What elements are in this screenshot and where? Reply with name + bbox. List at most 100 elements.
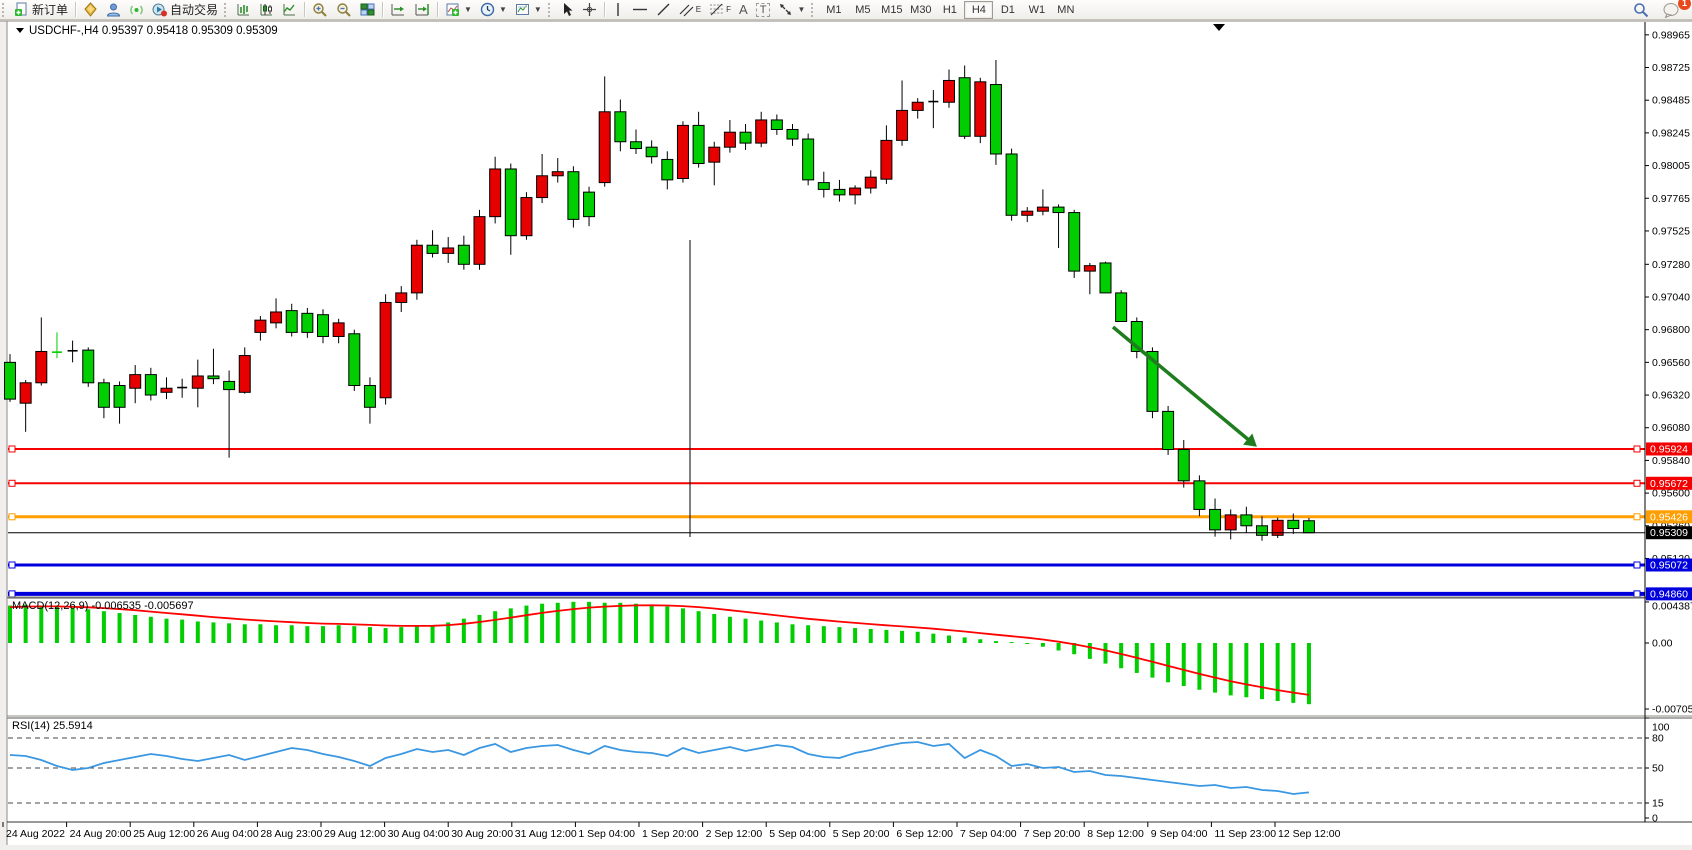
- signals-button[interactable]: [125, 1, 148, 19]
- toolbar-grip[interactable]: [548, 3, 552, 17]
- hline-anchor[interactable]: [9, 480, 15, 486]
- toolbar-grip[interactable]: [224, 3, 228, 17]
- time-axis-label: 9 Sep 04:00: [1151, 828, 1208, 840]
- search-button[interactable]: [1629, 1, 1653, 19]
- macd-label: MACD(12,26,9) -0.006535 -0.005697: [12, 600, 194, 612]
- price-axis-label: 0.97765: [1652, 193, 1690, 205]
- vertical-line-tool-button[interactable]: [608, 1, 628, 19]
- macd-bar: [947, 636, 951, 643]
- toolbar-separator: [382, 2, 383, 17]
- timeframe-MN[interactable]: MN: [1051, 1, 1080, 19]
- community-button[interactable]: [102, 1, 125, 19]
- hline-anchor[interactable]: [1634, 591, 1640, 597]
- hline-anchor[interactable]: [9, 514, 15, 520]
- svg-text:0.95072: 0.95072: [1650, 560, 1688, 572]
- candle-body: [255, 320, 266, 332]
- candle-body: [1053, 207, 1064, 212]
- zoom-out-button[interactable]: [332, 1, 356, 19]
- macd-bar: [1197, 643, 1201, 690]
- bar-chart-button[interactable]: [232, 1, 255, 19]
- candle-body: [756, 120, 767, 143]
- macd-bar: [1166, 643, 1170, 682]
- macd-bar: [71, 608, 75, 643]
- macd-bar: [509, 608, 513, 643]
- rsi-label: RSI(14) 25.5914: [12, 720, 93, 732]
- zoom-in-button[interactable]: [308, 1, 332, 19]
- time-axis-label: 1 Sep 04:00: [578, 828, 635, 840]
- toolbar-grip[interactable]: [811, 3, 815, 17]
- axis-price-tag: 0.95309: [1646, 526, 1692, 539]
- hline-anchor[interactable]: [9, 562, 15, 568]
- macd-bar: [118, 613, 122, 643]
- market-watch-button[interactable]: [79, 1, 102, 19]
- time-axis-label: 2 Sep 12:00: [706, 828, 763, 840]
- macd-bar: [493, 611, 497, 643]
- indicators-button[interactable]: ▼: [441, 1, 476, 19]
- hline-anchor[interactable]: [9, 446, 15, 452]
- new-order-button[interactable]: 新订单: [10, 1, 72, 19]
- timeframe-H4[interactable]: H4: [964, 1, 993, 19]
- axis-price-tag: 0.94860: [1646, 587, 1692, 600]
- time-axis-label: 30 Aug 20:00: [451, 828, 513, 840]
- fibonacci-tool-button[interactable]: F: [705, 1, 735, 19]
- chart-window[interactable]: 0.989650.987250.984850.982450.980050.977…: [0, 20, 1692, 845]
- candle-body: [161, 388, 172, 392]
- text-tool-button[interactable]: A: [735, 1, 752, 19]
- price-axis-label: 0.96800: [1652, 324, 1690, 336]
- candle-body: [1069, 213, 1080, 272]
- axis-price-tag: 0.95426: [1646, 510, 1692, 523]
- price-axis-label: 0.97525: [1652, 225, 1690, 237]
- horizontal-line-icon: [632, 2, 648, 17]
- periods-caret: ▼: [499, 5, 507, 14]
- toolbar-separator: [304, 2, 305, 17]
- macd-bar: [384, 628, 388, 643]
- hline-anchor[interactable]: [1634, 514, 1640, 520]
- candle-body: [990, 85, 1001, 154]
- candlestick-chart-button[interactable]: [255, 1, 278, 19]
- toolbar-grip[interactable]: [2, 3, 6, 17]
- hline-anchor[interactable]: [1634, 480, 1640, 486]
- candle-body: [302, 313, 313, 332]
- price-axis-label: 0.96320: [1652, 390, 1690, 402]
- auto-scroll-button[interactable]: [386, 1, 410, 19]
- macd-bar: [478, 615, 482, 643]
- timeframe-M15[interactable]: M15: [877, 1, 906, 19]
- cursor-tool-button[interactable]: [556, 1, 578, 19]
- toolbar-separator: [75, 2, 76, 17]
- candle-body: [818, 183, 829, 190]
- line-chart-button[interactable]: [278, 1, 301, 19]
- horizontal-line-tool-button[interactable]: [628, 1, 652, 19]
- chart-shift-button[interactable]: [410, 1, 434, 19]
- auto-trading-button[interactable]: 自动交易: [148, 1, 222, 19]
- candle-body: [1303, 521, 1314, 533]
- crosshair-tool-button[interactable]: [578, 1, 601, 19]
- hline-anchor[interactable]: [9, 591, 15, 597]
- chat-button[interactable]: 1: [1659, 1, 1684, 19]
- candle-body: [1241, 515, 1252, 526]
- periods-button[interactable]: ▼: [476, 1, 511, 19]
- equidistant-channel-tool-button[interactable]: E: [675, 1, 705, 19]
- chart-canvas[interactable]: 0.989650.987250.984850.982450.980050.977…: [0, 20, 1692, 845]
- trendline-tool-button[interactable]: [652, 1, 675, 19]
- macd-bar: [180, 620, 184, 643]
- timeframe-W1[interactable]: W1: [1022, 1, 1051, 19]
- timeframe-M1[interactable]: M1: [819, 1, 848, 19]
- text-label-tool-button[interactable]: T: [752, 1, 775, 19]
- macd-bar: [728, 617, 732, 643]
- hline-anchor[interactable]: [1634, 562, 1640, 568]
- hline-anchor[interactable]: [1634, 446, 1640, 452]
- time-axis-label: 8 Sep 12:00: [1087, 828, 1144, 840]
- templates-button[interactable]: ▼: [511, 1, 546, 19]
- candle-body: [396, 293, 407, 303]
- timeframe-M30[interactable]: M30: [906, 1, 935, 19]
- candle-body: [286, 311, 297, 333]
- candle-body: [1163, 411, 1174, 449]
- macd-bar: [274, 625, 278, 643]
- timeframe-H1[interactable]: H1: [935, 1, 964, 19]
- new-order-icon: [14, 2, 29, 17]
- arrows-tool-button[interactable]: ▼: [774, 1, 809, 19]
- tile-windows-button[interactable]: [356, 1, 379, 19]
- timeframe-D1[interactable]: D1: [993, 1, 1022, 19]
- time-axis-label: 29 Aug 12:00: [324, 828, 386, 840]
- timeframe-M5[interactable]: M5: [848, 1, 877, 19]
